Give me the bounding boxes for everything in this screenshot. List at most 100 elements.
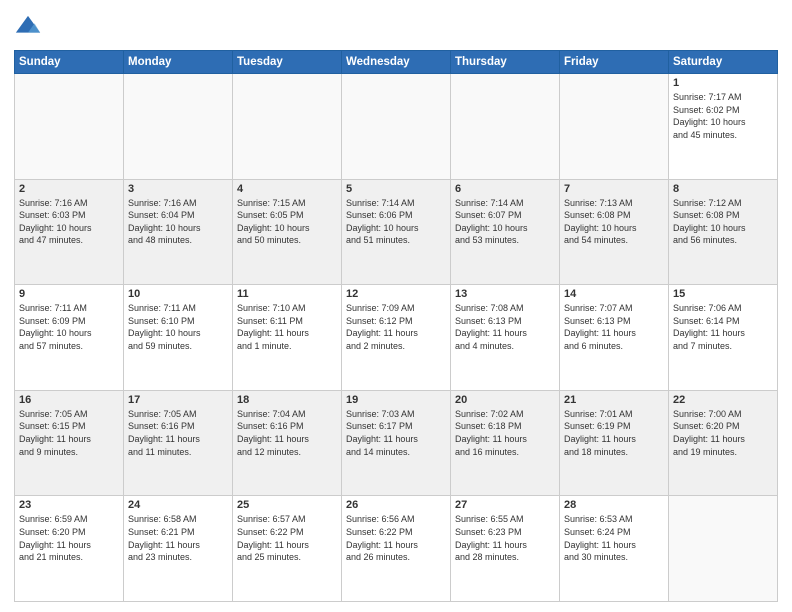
calendar-cell: 1Sunrise: 7:17 AM Sunset: 6:02 PM Daylig… [669,74,778,180]
logo [14,14,44,42]
day-number: 12 [346,288,446,300]
weekday-tuesday: Tuesday [233,51,342,74]
day-number: 14 [564,288,664,300]
day-number: 16 [19,394,119,406]
calendar-cell: 28 Sunrise: 6:53 AM Sunset: 6:24 PM Dayli… [560,496,669,602]
calendar-cell: 17 Sunrise: 7:05 AM Sunset: 6:16 PM Dayli… [124,390,233,496]
logo-icon [14,14,42,42]
day-info: Sunrise: 7:15 AM Sunset: 6:05 PM Dayligh… [237,197,337,247]
day-info: Sunrise: 7:16 AM Sunset: 6:04 PM Dayligh… [128,197,228,247]
weekday-monday: Monday [124,51,233,74]
calendar-cell: 23 Sunrise: 6:59 AM Sunset: 6:20 PM Dayli… [15,496,124,602]
day-info: Sunrise: 7:01 AM Sunset: 6:19 PM Dayligh… [564,408,664,458]
day-info: Sunrise: 7:04 AM Sunset: 6:16 PM Dayligh… [237,408,337,458]
day-number: 4 [237,183,337,195]
calendar-cell: 5 Sunrise: 7:14 AM Sunset: 6:06 PM Daylig… [342,179,451,285]
day-number: 10 [128,288,228,300]
day-number: 13 [455,288,555,300]
day-number: 6 [455,183,555,195]
day-number: 22 [673,394,773,406]
day-info: Sunrise: 6:55 AM Sunset: 6:23 PM Dayligh… [455,513,555,563]
day-number: 2 [19,183,119,195]
calendar-cell [451,74,560,180]
calendar-cell: 15Sunrise: 7:06 AM Sunset: 6:14 PM Dayli… [669,285,778,391]
day-info: Sunrise: 7:06 AM Sunset: 6:14 PM Dayligh… [673,302,773,352]
calendar-week-4: 23 Sunrise: 6:59 AM Sunset: 6:20 PM Dayli… [15,496,778,602]
day-number: 20 [455,394,555,406]
calendar-cell: 4 Sunrise: 7:15 AM Sunset: 6:05 PM Daylig… [233,179,342,285]
day-info: Sunrise: 7:09 AM Sunset: 6:12 PM Dayligh… [346,302,446,352]
day-info: Sunrise: 7:14 AM Sunset: 6:06 PM Dayligh… [346,197,446,247]
day-number: 21 [564,394,664,406]
calendar-table: SundayMondayTuesdayWednesdayThursdayFrid… [14,50,778,602]
day-info: Sunrise: 6:57 AM Sunset: 6:22 PM Dayligh… [237,513,337,563]
calendar-cell [560,74,669,180]
day-info: Sunrise: 7:12 AM Sunset: 6:08 PM Dayligh… [673,197,773,247]
day-info: Sunrise: 7:07 AM Sunset: 6:13 PM Dayligh… [564,302,664,352]
day-info: Sunrise: 7:03 AM Sunset: 6:17 PM Dayligh… [346,408,446,458]
calendar-cell: 18 Sunrise: 7:04 AM Sunset: 6:16 PM Dayli… [233,390,342,496]
calendar-cell: 7 Sunrise: 7:13 AM Sunset: 6:08 PM Daylig… [560,179,669,285]
calendar-cell [342,74,451,180]
day-info: Sunrise: 7:05 AM Sunset: 6:15 PM Dayligh… [19,408,119,458]
calendar-cell: 6 Sunrise: 7:14 AM Sunset: 6:07 PM Daylig… [451,179,560,285]
day-info: Sunrise: 6:59 AM Sunset: 6:20 PM Dayligh… [19,513,119,563]
day-info: Sunrise: 7:11 AM Sunset: 6:10 PM Dayligh… [128,302,228,352]
calendar-cell [233,74,342,180]
weekday-friday: Friday [560,51,669,74]
calendar-week-2: 9Sunrise: 7:11 AM Sunset: 6:09 PM Daylig… [15,285,778,391]
header [14,10,778,42]
calendar-cell: 8 Sunrise: 7:12 AM Sunset: 6:08 PM Daylig… [669,179,778,285]
day-number: 7 [564,183,664,195]
calendar-cell: 16 Sunrise: 7:05 AM Sunset: 6:15 PM Dayli… [15,390,124,496]
day-info: Sunrise: 7:05 AM Sunset: 6:16 PM Dayligh… [128,408,228,458]
day-info: Sunrise: 7:14 AM Sunset: 6:07 PM Dayligh… [455,197,555,247]
day-info: Sunrise: 6:56 AM Sunset: 6:22 PM Dayligh… [346,513,446,563]
day-info: Sunrise: 7:11 AM Sunset: 6:09 PM Dayligh… [19,302,119,352]
calendar-cell: 13 Sunrise: 7:08 AM Sunset: 6:13 PM Dayli… [451,285,560,391]
day-info: Sunrise: 7:13 AM Sunset: 6:08 PM Dayligh… [564,197,664,247]
calendar-cell: 14 Sunrise: 7:07 AM Sunset: 6:13 PM Dayli… [560,285,669,391]
calendar-week-0: 1Sunrise: 7:17 AM Sunset: 6:02 PM Daylig… [15,74,778,180]
weekday-sunday: Sunday [15,51,124,74]
day-number: 17 [128,394,228,406]
day-number: 28 [564,499,664,511]
day-number: 3 [128,183,228,195]
calendar-cell: 10 Sunrise: 7:11 AM Sunset: 6:10 PM Dayli… [124,285,233,391]
day-number: 19 [346,394,446,406]
day-number: 27 [455,499,555,511]
calendar-cell: 11 Sunrise: 7:10 AM Sunset: 6:11 PM Dayli… [233,285,342,391]
calendar-week-1: 2 Sunrise: 7:16 AM Sunset: 6:03 PM Daylig… [15,179,778,285]
day-info: Sunrise: 7:00 AM Sunset: 6:20 PM Dayligh… [673,408,773,458]
page: SundayMondayTuesdayWednesdayThursdayFrid… [0,0,792,612]
calendar-cell [15,74,124,180]
weekday-wednesday: Wednesday [342,51,451,74]
day-info: Sunrise: 7:02 AM Sunset: 6:18 PM Dayligh… [455,408,555,458]
calendar-cell: 3 Sunrise: 7:16 AM Sunset: 6:04 PM Daylig… [124,179,233,285]
day-number: 25 [237,499,337,511]
weekday-header-row: SundayMondayTuesdayWednesdayThursdayFrid… [15,51,778,74]
calendar-cell: 9Sunrise: 7:11 AM Sunset: 6:09 PM Daylig… [15,285,124,391]
day-number: 5 [346,183,446,195]
day-number: 8 [673,183,773,195]
day-number: 23 [19,499,119,511]
calendar-cell: 2 Sunrise: 7:16 AM Sunset: 6:03 PM Daylig… [15,179,124,285]
day-number: 24 [128,499,228,511]
calendar-cell: 12 Sunrise: 7:09 AM Sunset: 6:12 PM Dayli… [342,285,451,391]
calendar-cell: 24 Sunrise: 6:58 AM Sunset: 6:21 PM Dayli… [124,496,233,602]
calendar-week-3: 16 Sunrise: 7:05 AM Sunset: 6:15 PM Dayli… [15,390,778,496]
day-number: 11 [237,288,337,300]
weekday-saturday: Saturday [669,51,778,74]
day-info: Sunrise: 7:16 AM Sunset: 6:03 PM Dayligh… [19,197,119,247]
calendar-cell [124,74,233,180]
calendar-cell: 27 Sunrise: 6:55 AM Sunset: 6:23 PM Dayli… [451,496,560,602]
calendar-cell: 21 Sunrise: 7:01 AM Sunset: 6:19 PM Dayli… [560,390,669,496]
day-info: Sunrise: 7:17 AM Sunset: 6:02 PM Dayligh… [673,91,773,141]
calendar-cell [669,496,778,602]
day-info: Sunrise: 6:53 AM Sunset: 6:24 PM Dayligh… [564,513,664,563]
day-info: Sunrise: 6:58 AM Sunset: 6:21 PM Dayligh… [128,513,228,563]
day-number: 18 [237,394,337,406]
day-info: Sunrise: 7:10 AM Sunset: 6:11 PM Dayligh… [237,302,337,352]
day-info: Sunrise: 7:08 AM Sunset: 6:13 PM Dayligh… [455,302,555,352]
day-number: 26 [346,499,446,511]
